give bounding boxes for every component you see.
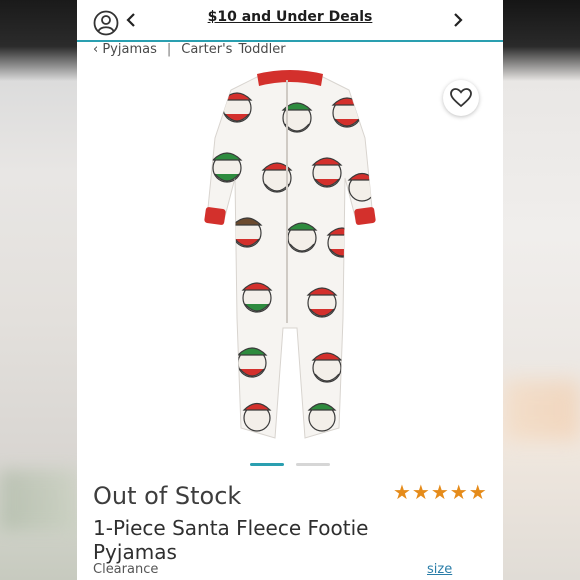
chevron-right-icon[interactable] — [451, 12, 465, 28]
gallery-dot-1[interactable] — [250, 463, 284, 466]
breadcrumb-back-link[interactable]: ‹ Pyjamas — [93, 42, 157, 57]
product-title: 1-Piece Santa Fleece Footie Pyjamas — [93, 516, 369, 564]
top-bar: $10 and Under Deals — [77, 0, 503, 42]
breadcrumb: ‹ Pyjamas | Carter's Toddler — [93, 42, 286, 57]
breadcrumb-category-link[interactable]: Toddler — [238, 42, 285, 57]
promo-banner-link[interactable]: $10 and Under Deals — [77, 9, 503, 25]
right-background-blur — [503, 0, 580, 580]
stock-status: Out of Stock — [93, 482, 242, 510]
product-page: $10 and Under Deals ‹ Pyjamas | Carter's… — [77, 0, 503, 580]
size-link[interactable]: size — [427, 562, 452, 577]
breadcrumb-brand-link[interactable]: Carter's — [181, 42, 232, 57]
heart-icon — [450, 88, 472, 108]
favorite-button[interactable] — [443, 80, 479, 116]
product-image[interactable] — [197, 68, 383, 444]
breadcrumb-separator: | — [166, 42, 172, 57]
left-background-blur — [0, 0, 77, 580]
clearance-tag: Clearance — [93, 562, 159, 577]
gallery-dot-2[interactable] — [296, 463, 330, 466]
gallery-pagination — [250, 463, 330, 466]
rating-stars[interactable]: ★★★★★ — [393, 480, 488, 504]
